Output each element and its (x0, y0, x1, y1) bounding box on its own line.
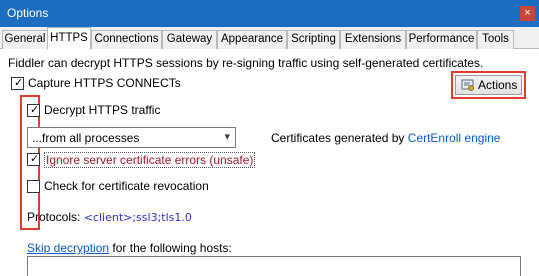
tab-performance[interactable]: Performance (406, 30, 477, 49)
decrypt-https-checkbox[interactable]: ✓ (27, 104, 40, 117)
skip-decryption-row: Skip decryption for the following hosts: (27, 241, 232, 255)
certificate-text: Certificates generated by (271, 131, 405, 145)
tab-scripting[interactable]: Scripting (287, 30, 340, 49)
protocols-label: Protocols: (27, 210, 81, 224)
process-filter-select[interactable]: ...from all processes ▾ (27, 127, 236, 148)
capture-https-label[interactable]: Capture HTTPS CONNECTs (28, 76, 181, 90)
protocols-link[interactable]: <client>;ssl3;tls1.0 (84, 211, 192, 224)
tab-extensions[interactable]: Extensions (340, 30, 406, 49)
tab-https[interactable]: HTTPS (47, 27, 91, 50)
actions-button[interactable]: Actions (455, 75, 522, 95)
chevron-down-icon: ▾ (224, 131, 230, 143)
check-icon: ✓ (30, 153, 40, 165)
skip-decryption-text: for the following hosts: (112, 241, 232, 255)
https-description: Fiddler can decrypt HTTPS sessions by re… (8, 56, 484, 70)
tab-general[interactable]: General (2, 30, 48, 49)
actions-button-highlight: Actions (451, 71, 526, 99)
actions-label: Actions (478, 78, 518, 92)
title-bar: Options × (0, 0, 539, 27)
tab-gateway[interactable]: Gateway (162, 30, 217, 49)
window-title: Options (7, 6, 49, 20)
ignore-cert-errors-checkbox[interactable]: ✓ (27, 153, 40, 166)
close-icon[interactable]: × (520, 6, 535, 21)
capture-https-checkbox[interactable]: ✓ (11, 77, 24, 90)
process-filter-value: ...from all processes (32, 131, 140, 145)
decrypt-https-label[interactable]: Decrypt HTTPS traffic (44, 103, 160, 117)
skip-decryption-link[interactable]: Skip decryption (27, 241, 109, 255)
ignore-cert-errors-label[interactable]: Ignore server certificate errors (unsafe… (44, 152, 256, 168)
tab-strip: General HTTPS Connections Gateway Appear… (0, 27, 539, 50)
check-icon: ✓ (14, 77, 24, 89)
certificate-icon (461, 79, 474, 91)
skip-hosts-textarea[interactable] (27, 256, 521, 276)
tab-appearance[interactable]: Appearance (217, 30, 287, 49)
check-icon: ✓ (30, 104, 40, 116)
https-panel: Fiddler can decrypt HTTPS sessions by re… (0, 49, 539, 276)
tab-connections[interactable]: Connections (91, 30, 162, 49)
certificate-info: Certificates generated by CertEnroll eng… (271, 131, 500, 145)
cert-revocation-checkbox[interactable] (27, 180, 40, 193)
tab-tools[interactable]: Tools (477, 30, 514, 49)
protocols-row: Protocols: <client>;ssl3;tls1.0 (27, 210, 192, 224)
cert-engine-link[interactable]: CertEnroll engine (408, 131, 501, 145)
cert-revocation-label[interactable]: Check for certificate revocation (44, 179, 209, 193)
